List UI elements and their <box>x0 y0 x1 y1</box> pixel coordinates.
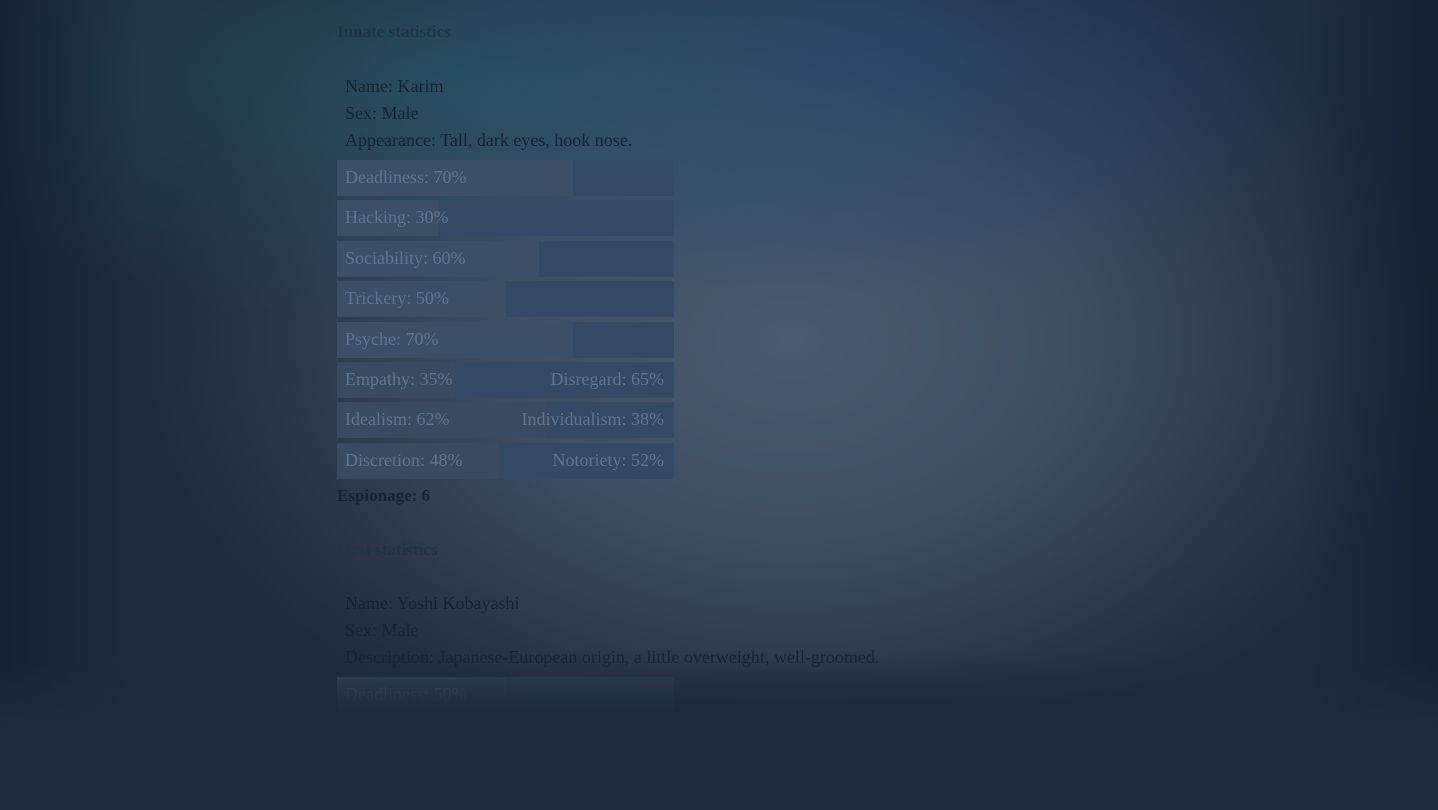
deadliness-label: Deadliness: 70% <box>345 167 467 187</box>
individualism-label: Individualism: 38% <box>521 409 665 429</box>
empathy-disregard-bar: Empathy: 35% Disregard: 65% <box>337 362 674 398</box>
hacking-bar: Hacking: 30% <box>337 200 674 236</box>
background <box>0 0 1438 810</box>
host-name: Name: Yoshi Kobayashi <box>345 593 520 613</box>
psyche-label: Psyche: 70% <box>345 329 439 349</box>
sociability-label: Sociability: 60% <box>345 248 466 268</box>
discretion-label: Discretion: 48% <box>345 450 463 470</box>
host-description: Description: Japanese-European origin, a… <box>345 647 880 667</box>
innate-statistics-title: Innate statistics <box>337 22 451 41</box>
host-deadliness-bar: Deadliness: 50% <box>337 677 674 713</box>
empathy-label: Empathy: 35% <box>345 369 453 389</box>
psyche-bar: Psyche: 70% <box>337 322 674 358</box>
innate-appearance: Appearance: Tall, dark eyes, hook nose. <box>345 130 633 150</box>
trickery-label: Trickery: 50% <box>345 288 449 308</box>
hacking-label: Hacking: 30% <box>345 207 449 227</box>
espionage-skill: Espionage: 6 <box>337 486 431 505</box>
discretion-notoriety-bar: Discretion: 48% Notoriety: 52% <box>337 443 674 479</box>
innate-name: Name: Karim <box>345 76 444 96</box>
idealism-label: Idealism: 62% <box>345 409 450 429</box>
host-sex: Sex: Male <box>345 620 419 640</box>
innate-sex: Sex: Male <box>345 103 419 123</box>
deadliness-bar: Deadliness: 70% <box>337 160 674 196</box>
notoriety-label: Notoriety: 52% <box>552 450 664 470</box>
host-statistics-title: Host statistics <box>337 540 438 559</box>
trickery-bar: Trickery: 50% <box>337 281 674 317</box>
host-deadliness-label: Deadliness: 50% <box>345 684 467 704</box>
idealism-individualism-bar: Idealism: 62% Individualism: 38% <box>337 402 674 438</box>
sociability-bar: Sociability: 60% <box>337 241 674 277</box>
disregard-label: Disregard: 65% <box>550 369 664 389</box>
